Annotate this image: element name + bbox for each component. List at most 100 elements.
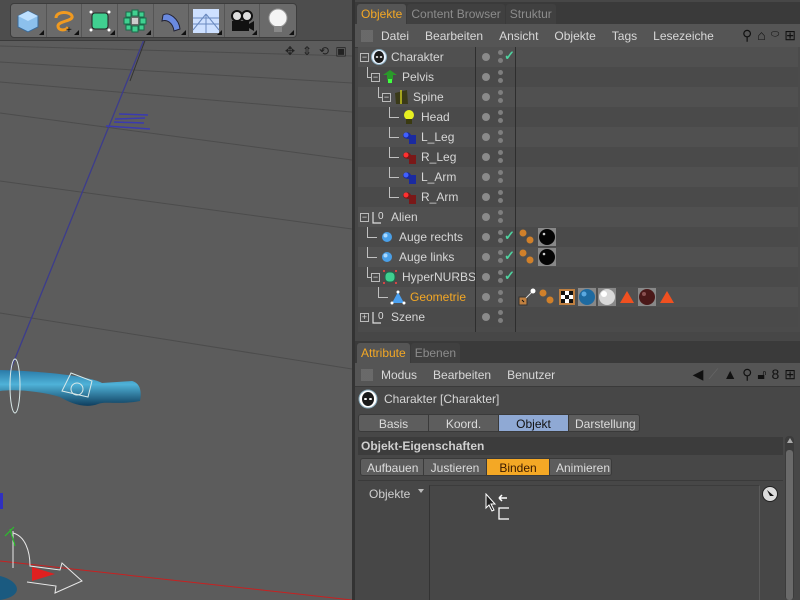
pick-object-button[interactable] <box>762 486 778 502</box>
scroll-up-icon[interactable] <box>787 438 793 443</box>
menu-ansicht[interactable]: Ansicht <box>499 29 538 43</box>
object-name[interactable]: Auge links <box>399 250 454 264</box>
back-arrow-icon[interactable]: ◀ <box>693 366 704 382</box>
render-visibility-dot[interactable] <box>498 78 503 83</box>
spline-tool-button[interactable]: + <box>47 4 83 37</box>
light-tool-button[interactable] <box>260 4 296 37</box>
tab-binden[interactable]: Binden <box>486 458 549 476</box>
visibility-dot[interactable] <box>482 233 490 241</box>
collapse-icon[interactable]: − <box>360 213 369 222</box>
maximize-view-icon[interactable]: ▣ <box>334 44 348 58</box>
tree-row[interactable]: Auge rechts ✓ <box>358 227 798 247</box>
editor-visibility-dot[interactable] <box>498 310 503 315</box>
render-visibility-dot[interactable] <box>498 318 503 323</box>
object-name[interactable]: Charakter <box>391 50 444 64</box>
collapse-icon[interactable]: − <box>371 73 380 82</box>
scroll-thumb[interactable] <box>786 450 793 600</box>
tab-struktur[interactable]: Struktur <box>505 4 556 24</box>
tree-row[interactable]: +0 Szene <box>358 307 798 327</box>
phong-tag-icon[interactable] <box>518 228 536 246</box>
collapse-icon[interactable]: − <box>371 273 380 282</box>
render-visibility-dot[interactable] <box>498 118 503 123</box>
visibility-dot[interactable] <box>482 53 490 61</box>
tree-row[interactable]: − Spine <box>358 87 798 107</box>
menu-objekte[interactable]: Objekte <box>554 29 595 43</box>
scene-tool-button[interactable] <box>189 4 225 37</box>
editor-visibility-dot[interactable] <box>498 130 503 135</box>
link-icon[interactable]: 8 <box>771 366 779 382</box>
object-name[interactable]: Alien <box>391 210 418 224</box>
uvw-tag-icon[interactable] <box>558 288 576 306</box>
render-visibility-dot[interactable] <box>498 238 503 243</box>
tree-row[interactable]: R_Leg <box>358 147 798 167</box>
render-visibility-dot[interactable] <box>498 98 503 103</box>
tree-row[interactable]: R_Arm <box>358 187 798 207</box>
phong-tag-icon[interactable] <box>518 248 536 266</box>
white-material-icon[interactable] <box>598 288 616 306</box>
editor-visibility-dot[interactable] <box>498 70 503 75</box>
object-name[interactable]: HyperNURBS <box>402 270 476 284</box>
3d-viewport[interactable]: + ✥ ⇕ ⟲ ▣ <box>0 0 352 600</box>
object-name[interactable]: R_Arm <box>421 190 458 204</box>
visibility-dot[interactable] <box>482 173 490 181</box>
blue-material-icon[interactable] <box>578 288 596 306</box>
menu-bearbeiten[interactable]: Bearbeiten <box>425 29 483 43</box>
search-icon[interactable]: ⚲ <box>742 27 752 43</box>
up-arrow-icon[interactable]: ▲ <box>723 366 737 382</box>
tab-justieren[interactable]: Justieren <box>423 458 486 476</box>
tab-objekte[interactable]: Objekte <box>357 4 407 24</box>
render-visibility-dot[interactable] <box>498 138 503 143</box>
object-name[interactable]: Head <box>421 110 450 124</box>
panel-grip-icon[interactable] <box>361 368 373 381</box>
home-icon[interactable]: ⌂ <box>757 27 765 43</box>
lock-icon[interactable]: 🔓︎ <box>757 366 766 382</box>
selection-tag-icon[interactable] <box>618 288 636 306</box>
enabled-check-icon[interactable]: ✓ <box>504 228 515 244</box>
weight-tag-icon[interactable] <box>518 288 536 306</box>
menu-modus[interactable]: Modus <box>381 368 417 382</box>
move-view-icon[interactable]: ✥ <box>283 44 297 58</box>
visibility-dot[interactable] <box>482 153 490 161</box>
render-visibility-dot[interactable] <box>498 178 503 183</box>
new-window-icon[interactable]: ⊞ <box>784 27 796 43</box>
deformer-tool-button[interactable] <box>154 4 190 37</box>
tree-row[interactable]: Geometrie <box>358 287 798 307</box>
menu-lesezeichen[interactable]: Lesezeiche <box>653 29 714 43</box>
forward-arrow-icon[interactable]: ⟋ <box>708 366 718 382</box>
tree-row[interactable]: −0 Alien <box>358 207 798 227</box>
enabled-check-icon[interactable]: ✓ <box>504 48 515 64</box>
collapse-icon[interactable]: − <box>360 53 369 62</box>
visibility-dot[interactable] <box>482 313 490 321</box>
tab-basis[interactable]: Basis <box>358 414 428 432</box>
menu-datei[interactable]: Datei <box>381 29 409 43</box>
render-visibility-dot[interactable] <box>498 198 503 203</box>
visibility-dot[interactable] <box>482 253 490 261</box>
attribute-scrollbar[interactable] <box>785 436 794 600</box>
tab-aufbauen[interactable]: Aufbauen <box>360 458 423 476</box>
black-material-icon[interactable] <box>538 248 556 266</box>
editor-visibility-dot[interactable] <box>498 170 503 175</box>
editor-visibility-dot[interactable] <box>498 210 503 215</box>
editor-visibility-dot[interactable] <box>498 110 503 115</box>
phong-tag-icon[interactable] <box>538 288 556 306</box>
object-name[interactable]: L_Arm <box>421 170 456 184</box>
dark-red-material-icon[interactable] <box>638 288 656 306</box>
visibility-dot[interactable] <box>482 93 490 101</box>
tree-row[interactable]: L_Arm <box>358 167 798 187</box>
visibility-dot[interactable] <box>482 193 490 201</box>
tab-objekt[interactable]: Objekt <box>498 414 568 432</box>
rotate-view-icon[interactable]: ⟲ <box>317 44 331 58</box>
tab-darstellung[interactable]: Darstellung <box>568 414 640 432</box>
visibility-dot[interactable] <box>482 113 490 121</box>
tree-row[interactable]: Head <box>358 107 798 127</box>
editor-visibility-dot[interactable] <box>498 90 503 95</box>
editor-visibility-dot[interactable] <box>498 290 503 295</box>
menu-tags[interactable]: Tags <box>612 29 637 43</box>
tree-row[interactable]: − Charakter ✓ <box>358 47 798 67</box>
move-gizmo[interactable] <box>0 493 352 600</box>
render-visibility-dot[interactable] <box>498 58 503 63</box>
visibility-dot[interactable] <box>482 73 490 81</box>
object-name[interactable]: Auge rechts <box>399 230 463 244</box>
tree-row[interactable]: L_Leg <box>358 127 798 147</box>
menu-bearbeiten[interactable]: Bearbeiten <box>433 368 491 382</box>
